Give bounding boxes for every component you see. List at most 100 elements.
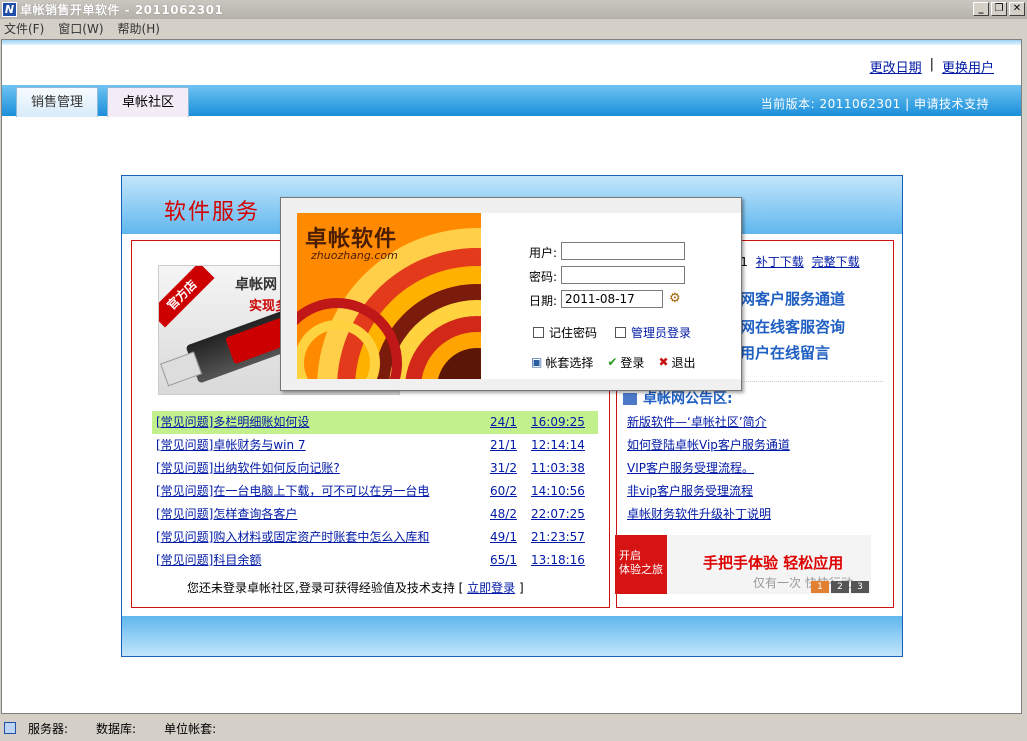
password-label: 密码: bbox=[528, 270, 557, 284]
top-links: 更改日期 | 更换用户 bbox=[870, 57, 994, 76]
admin-checkbox-box[interactable] bbox=[615, 327, 626, 338]
user-input[interactable] bbox=[561, 242, 685, 260]
tab-sales-management[interactable]: 销售管理 bbox=[16, 87, 99, 117]
panel-footer bbox=[122, 616, 902, 656]
faq-time-link[interactable]: 21:23:57 bbox=[531, 526, 585, 549]
minimize-button[interactable]: _ bbox=[973, 2, 989, 16]
news-link[interactable]: VIP客户服务受理流程。 bbox=[627, 457, 887, 480]
change-user-link[interactable]: 更换用户 bbox=[942, 57, 994, 76]
faq-question-link[interactable]: [常见问题]多栏明细账如何设 bbox=[156, 411, 490, 434]
login-now-link[interactable]: 立即登录 bbox=[467, 581, 515, 595]
tab-community[interactable]: 卓帐社区 bbox=[107, 87, 190, 117]
calendar-icon[interactable]: ⚙ bbox=[669, 291, 681, 306]
faq-question-link[interactable]: [常见问题]科目余额 bbox=[156, 549, 490, 572]
exit-button[interactable]: ✖ 退出 bbox=[654, 351, 700, 373]
login-buttons: ▣ 帐套选择 ✔ 登录 ✖ 退出 bbox=[527, 351, 700, 373]
change-date-link[interactable]: 更改日期 bbox=[870, 57, 922, 76]
menu-window[interactable]: 窗口(W) bbox=[58, 20, 103, 37]
login-button-label: 登录 bbox=[620, 355, 645, 370]
window-title: 卓帐销售开单软件 - 2011062301 bbox=[20, 3, 224, 17]
faq-row: [常见问题]怎样查询各客户 48/2 22:07:25 bbox=[152, 503, 598, 526]
restore-button[interactable]: ❐ bbox=[991, 2, 1007, 16]
faq-row: [常见问题]出纳软件如何反向记账? 31/2 11:03:38 bbox=[152, 457, 598, 480]
faq-row: [常见问题]购入材料或固定资产时账套中怎么入库和 49/1 21:23:57 bbox=[152, 526, 598, 549]
faq-question-link[interactable]: [常见问题]卓帐财务与win 7 bbox=[156, 434, 490, 457]
promo-title: 卓帐网 bbox=[235, 277, 277, 293]
news-link[interactable]: 卓帐财务软件升级补丁说明 bbox=[627, 503, 887, 526]
login-dialog-body: 卓帐软件 zhuozhang.com 用户: 密码: 日期: ⚙ 记住密码 管理… bbox=[297, 213, 741, 379]
faq-row: [常见问题]科目余额 65/1 13:18:16 bbox=[152, 549, 598, 572]
window-controls: _ ❐ ✕ bbox=[973, 2, 1025, 16]
promo-ribbon: 官方店 bbox=[159, 266, 215, 328]
user-label: 用户: bbox=[528, 246, 557, 260]
title-bar: N 卓帐销售开单软件 - 2011062301 _ ❐ ✕ bbox=[0, 0, 1027, 19]
faq-time-link[interactable]: 14:10:56 bbox=[531, 480, 585, 503]
faq-row: [常见问题]在一台电脑上下载，可不可以在另一台电 60/2 14:10:56 bbox=[152, 480, 598, 503]
date-label: 日期: bbox=[528, 294, 557, 308]
login-dialog: 卓帐软件 zhuozhang.com 用户: 密码: 日期: ⚙ 记住密码 管理… bbox=[280, 197, 742, 391]
faq-question-link[interactable]: [常见问题]在一台电脑上下载，可不可以在另一台电 bbox=[156, 480, 490, 503]
app-window: N 卓帐销售开单软件 - 2011062301 _ ❐ ✕ 文件(F) 窗口(W… bbox=[0, 0, 1027, 741]
top-strip bbox=[2, 40, 1021, 45]
login-button[interactable]: ✔ 登录 bbox=[603, 351, 649, 373]
banner-main-text: 手把手体验 轻松应用 bbox=[703, 554, 844, 572]
patch-download-link[interactable]: 补丁下载 bbox=[756, 255, 804, 269]
password-input[interactable] bbox=[561, 266, 685, 284]
faq-question-link[interactable]: [常见问题]怎样查询各客户 bbox=[156, 503, 490, 526]
top-links-separator: | bbox=[929, 57, 934, 72]
server-label: 服务器: bbox=[28, 721, 69, 736]
admin-login-checkbox[interactable]: 管理员登录 bbox=[615, 324, 691, 341]
menu-file[interactable]: 文件(F) bbox=[4, 20, 44, 37]
login-prompt-text: 您还未登录卓帐社区,登录可获得经验值及技术支持 [ bbox=[187, 581, 464, 595]
app-icon: N bbox=[2, 2, 17, 17]
account-select-label: 帐套选择 bbox=[545, 355, 594, 370]
announcement-title: 卓帐网公告区: bbox=[643, 391, 733, 407]
banner-page-3[interactable]: 3 bbox=[851, 581, 869, 593]
login-prompt: 您还未登录卓帐社区,登录可获得经验值及技术支持 [ 立即登录 ] bbox=[187, 579, 524, 596]
banner-page-1[interactable]: 1 bbox=[811, 581, 829, 593]
faq-time-link[interactable]: 16:09:25 bbox=[531, 411, 585, 434]
faq-count-link[interactable]: 49/1 bbox=[490, 526, 531, 549]
date-input[interactable] bbox=[561, 290, 663, 308]
faq-count-link[interactable]: 24/1 bbox=[490, 411, 531, 434]
check-icon: ✔ bbox=[607, 355, 618, 369]
banner-start-text: 开启 体验之旅 bbox=[619, 549, 663, 576]
faq-count-link[interactable]: 31/2 bbox=[490, 457, 531, 480]
database-label: 数据库: bbox=[96, 721, 137, 736]
version-info: 当前版本: 2011062301 | 申请技术支持 bbox=[760, 97, 989, 111]
experience-banner[interactable]: 开启 体验之旅 手把手体验 轻松应用 仅有一次 快快行动 1 2 3 bbox=[615, 535, 871, 594]
news-link[interactable]: 新版软件—‘卓帐社区’简介 bbox=[627, 411, 887, 434]
faq-time-link[interactable]: 13:18:16 bbox=[531, 549, 585, 572]
faq-time-link[interactable]: 11:03:38 bbox=[531, 457, 585, 480]
faq-count-link[interactable]: 65/1 bbox=[490, 549, 531, 572]
network-icon bbox=[4, 722, 16, 734]
admin-login-label: 管理员登录 bbox=[631, 326, 692, 340]
close-button[interactable]: ✕ bbox=[1009, 2, 1025, 16]
faq-question-link[interactable]: [常见问题]购入材料或固定资产时账套中怎么入库和 bbox=[156, 526, 490, 549]
news-link[interactable]: 如何登陆卓帐Vip客户服务通道 bbox=[627, 434, 887, 457]
remember-password-checkbox[interactable]: 记住密码 bbox=[533, 324, 597, 341]
faq-row: [常见问题]卓帐财务与win 7 21/1 12:14:14 bbox=[152, 434, 598, 457]
faq-time-link[interactable]: 22:07:25 bbox=[531, 503, 585, 526]
download-line: 301 补丁下载 完整下载 bbox=[725, 253, 860, 270]
full-download-link[interactable]: 完整下载 bbox=[812, 255, 860, 269]
faq-row: [常见问题]多栏明细账如何设 24/1 16:09:25 bbox=[152, 411, 598, 434]
menu-help[interactable]: 帮助(H) bbox=[118, 20, 160, 37]
remember-password-label: 记住密码 bbox=[549, 326, 598, 340]
faq-count-link[interactable]: 48/2 bbox=[490, 503, 531, 526]
faq-time-link[interactable]: 12:14:14 bbox=[531, 434, 585, 457]
faq-question-link[interactable]: [常见问题]出纳软件如何反向记账? bbox=[156, 457, 490, 480]
login-prompt-close: ] bbox=[519, 581, 524, 595]
menu-bar: 文件(F) 窗口(W) 帮助(H) bbox=[0, 19, 1027, 38]
customer-service-link[interactable]: 帐网客户服务通道 bbox=[725, 288, 845, 309]
box-icon: ▣ bbox=[531, 355, 543, 369]
banner-page-2[interactable]: 2 bbox=[831, 581, 849, 593]
account-select-button[interactable]: ▣ 帐套选择 bbox=[527, 351, 598, 373]
news-link[interactable]: 非vip客户服务受理流程 bbox=[627, 480, 887, 503]
faq-count-link[interactable]: 60/2 bbox=[490, 480, 531, 503]
faq-count-link[interactable]: 21/1 bbox=[490, 434, 531, 457]
login-banner-image: 卓帐软件 zhuozhang.com bbox=[297, 213, 481, 379]
unit-account-label: 单位帐套: bbox=[164, 721, 217, 736]
online-support-link[interactable]: 帐网在线客服咨询 bbox=[725, 316, 845, 337]
remember-checkbox-box[interactable] bbox=[533, 327, 544, 338]
